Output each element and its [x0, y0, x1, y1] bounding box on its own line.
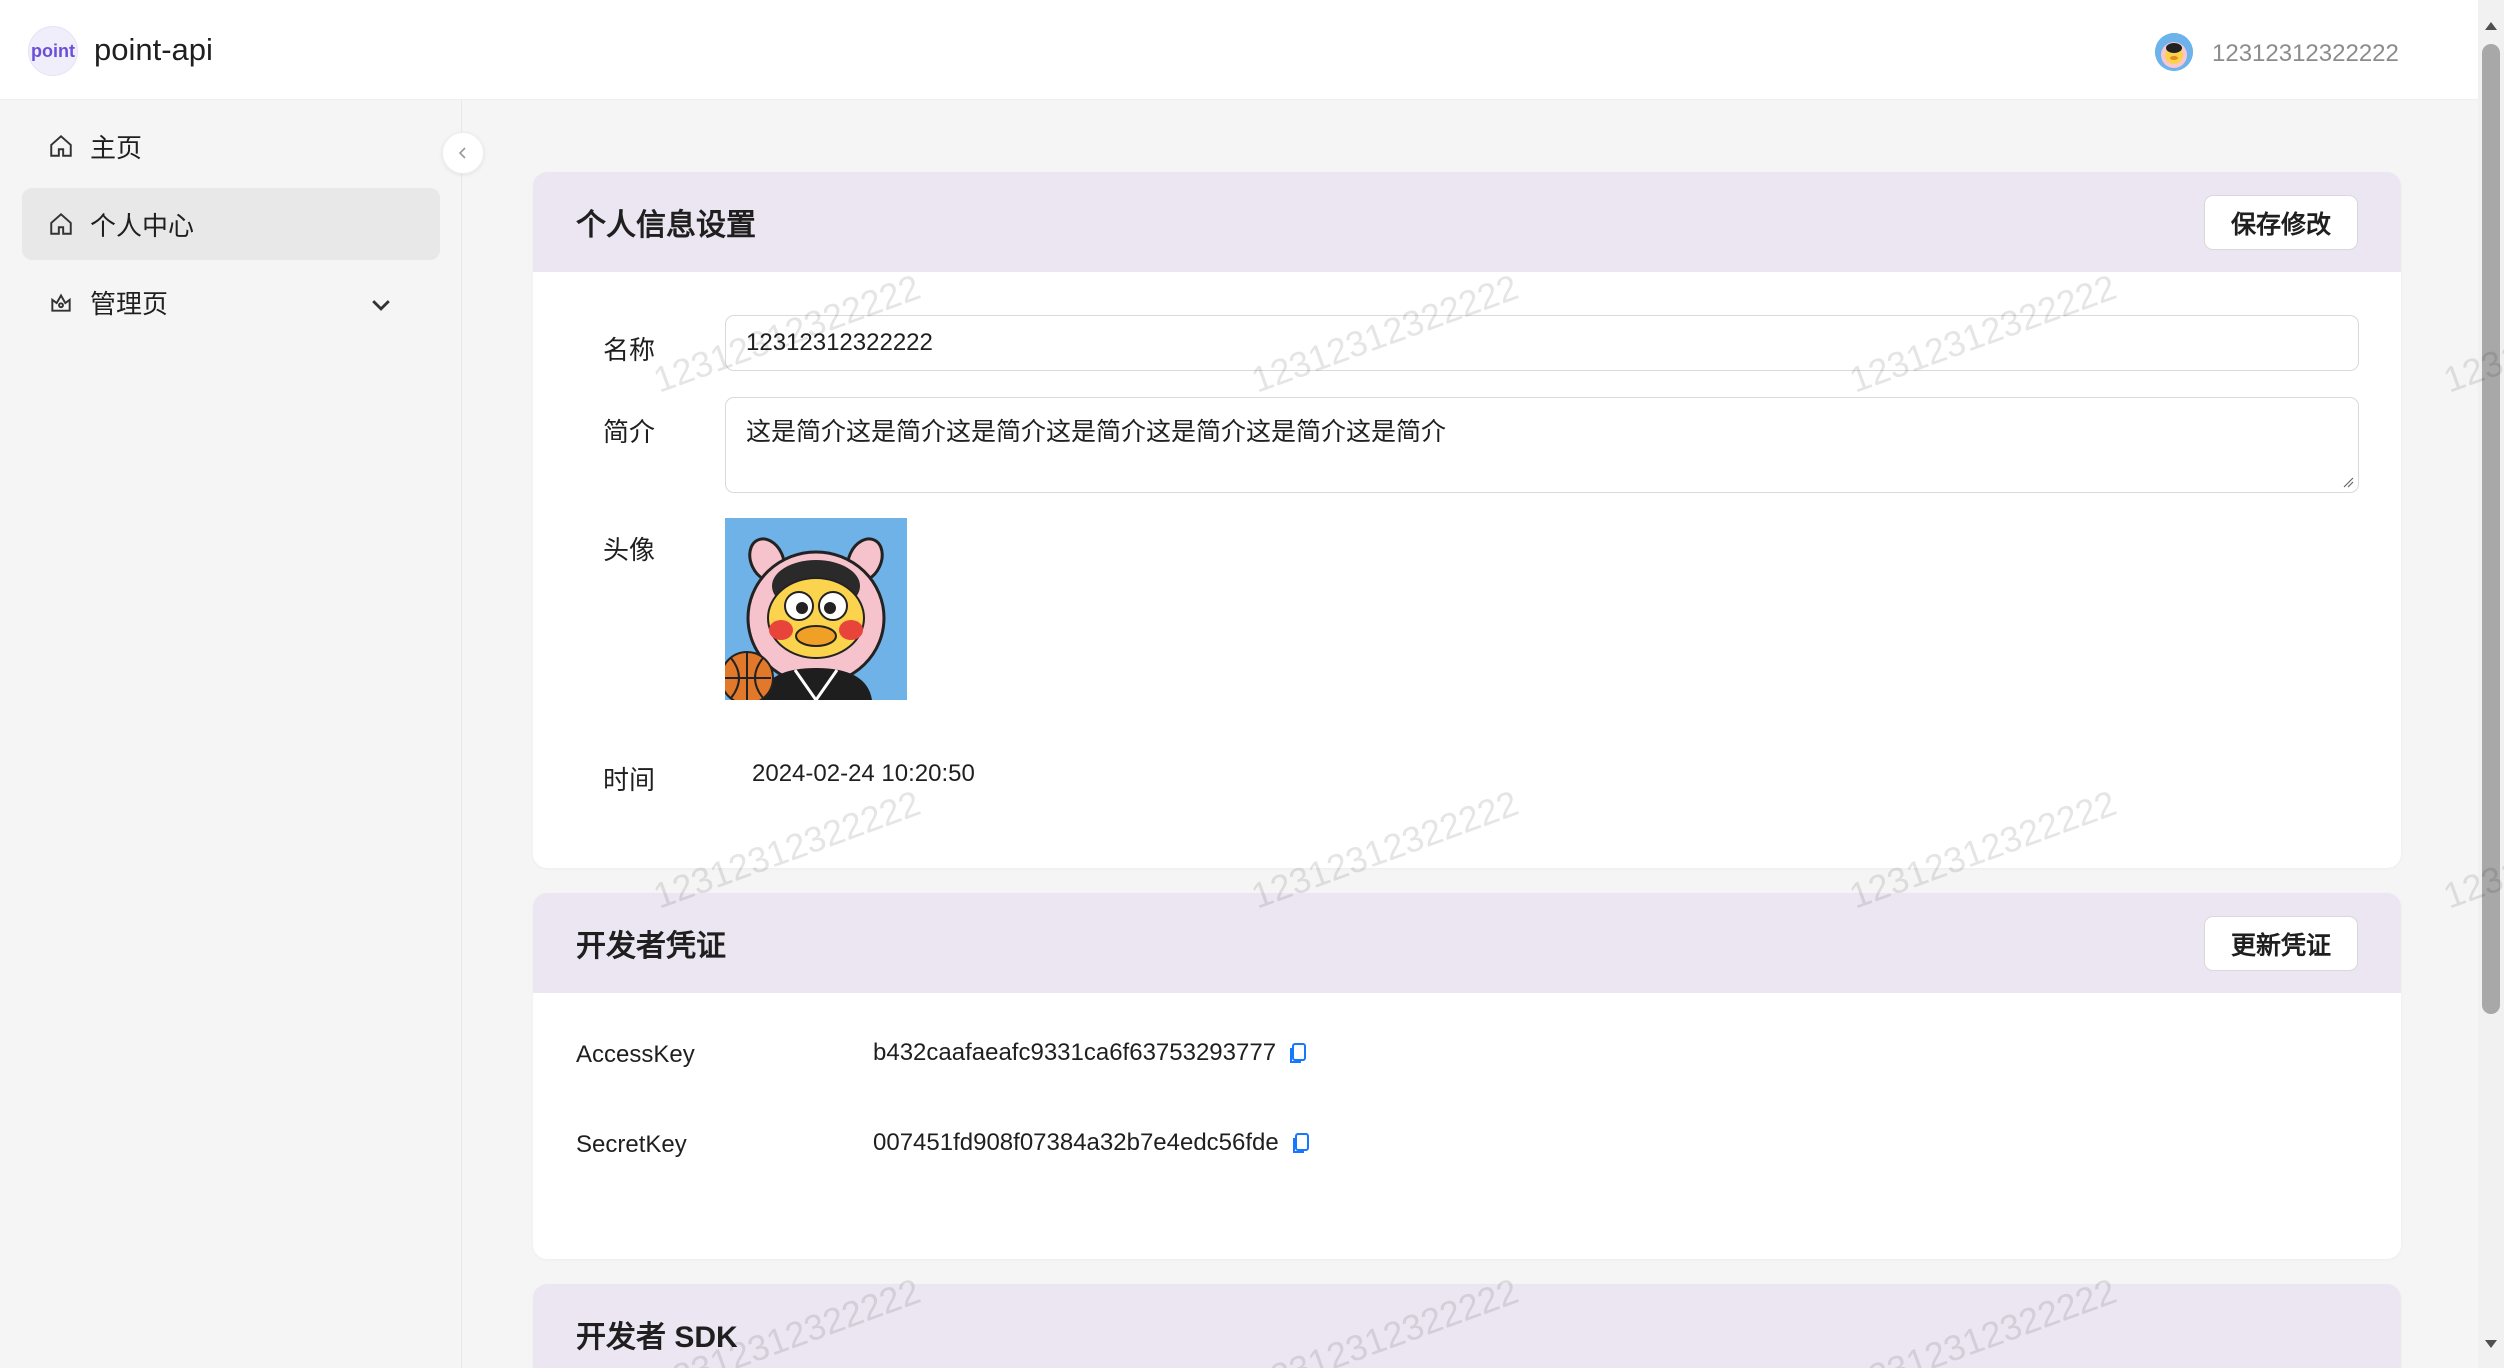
copy-icon[interactable]	[1289, 1131, 1313, 1155]
secret-key-label: SecretKey	[576, 1131, 687, 1158]
developer-credentials-card: 开发者凭证 更新凭证 AccessKey b432caafaeafc9331ca…	[533, 893, 2401, 1259]
bio-label: 简介	[603, 417, 656, 447]
sidebar: 主页 个人中心 管理页	[0, 100, 462, 1368]
page-scrollbar[interactable]	[2478, 0, 2504, 1368]
home-icon	[50, 212, 72, 235]
name-label: 名称	[603, 335, 656, 365]
avatar-image[interactable]	[725, 518, 907, 700]
resize-grip-icon[interactable]	[2342, 476, 2354, 488]
scroll-down-arrow[interactable]	[2485, 1340, 2497, 1348]
access-key-value: b432caafaeafc9331ca6f63753293777	[873, 1039, 1277, 1066]
sidebar-item-admin[interactable]: 管理页	[22, 266, 440, 338]
sidebar-item-profile[interactable]: 个人中心	[22, 188, 440, 260]
card-header: 开发者凭证 更新凭证	[533, 893, 2401, 993]
secret-key-row: 007451fd908f07384a32b7e4edc56fde	[873, 1129, 1313, 1157]
access-key-label: AccessKey	[576, 1041, 695, 1068]
scroll-thumb[interactable]	[2482, 44, 2500, 1014]
access-key-row: b432caafaeafc9331ca6f63753293777	[873, 1039, 1310, 1067]
sidebar-item-label: 个人中心	[90, 210, 195, 241]
copy-icon[interactable]	[1286, 1041, 1310, 1065]
chevron-down-icon[interactable]	[368, 292, 394, 318]
crown-home-icon	[51, 293, 71, 312]
card-header: 个人信息设置 保存修改	[533, 172, 2401, 272]
sidebar-item-label: 主页	[90, 132, 143, 163]
card-title: 开发者 SDK	[576, 1321, 738, 1354]
card-title: 开发者凭证	[576, 930, 726, 963]
sidebar-item-home[interactable]: 主页	[22, 110, 440, 182]
avatar-label: 头像	[603, 535, 656, 565]
update-credentials-button[interactable]: 更新凭证	[2203, 916, 2358, 971]
top-header: point point-api 12312312322222	[0, 0, 2478, 100]
app-title[interactable]: point-api	[94, 32, 213, 68]
chevron-left-icon	[458, 147, 466, 159]
name-input[interactable]: 12312312322222	[725, 315, 2359, 371]
card-header: 开发者 SDK	[533, 1284, 2401, 1368]
time-label: 时间	[603, 765, 656, 795]
profile-settings-card: 个人信息设置 保存修改 名称 12312312322222 简介 这是简介这是简…	[533, 172, 2401, 868]
card-title: 个人信息设置	[576, 209, 756, 242]
app-logo[interactable]: point	[28, 26, 78, 76]
secret-key-value: 007451fd908f07384a32b7e4edc56fde	[873, 1129, 1279, 1156]
sidebar-item-label: 管理页	[90, 288, 169, 319]
scroll-up-arrow[interactable]	[2485, 22, 2497, 30]
save-changes-button[interactable]: 保存修改	[2203, 195, 2358, 250]
bio-text: 这是简介这是简介这是简介这是简介这是简介这是简介这是简介	[746, 418, 1447, 446]
user-name[interactable]: 12312312322222	[2212, 40, 2399, 68]
bio-textarea[interactable]: 这是简介这是简介这是简介这是简介这是简介这是简介这是简介	[725, 397, 2359, 493]
time-value: 2024-02-24 10:20:50	[752, 760, 975, 787]
home-icon	[50, 134, 72, 157]
collapse-sidebar-button[interactable]	[442, 132, 484, 174]
user-avatar[interactable]	[2155, 33, 2193, 71]
developer-sdk-card: 开发者 SDK	[533, 1284, 2401, 1368]
